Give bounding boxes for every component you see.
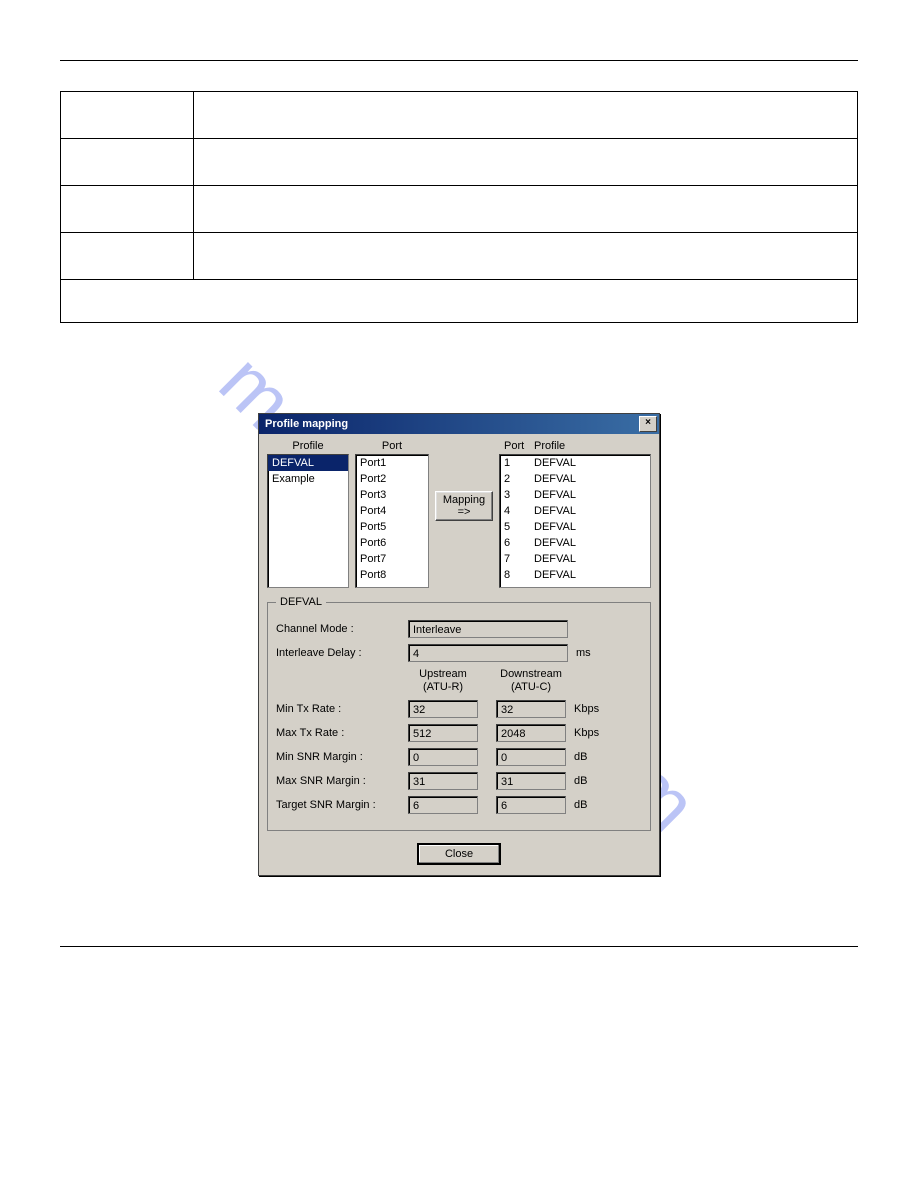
max-snr-label: Max SNR Margin : (276, 775, 408, 787)
list-item[interactable]: Port8 (356, 567, 428, 583)
channel-mode-value: Interleave (408, 620, 568, 638)
min-snr-label: Min SNR Margin : (276, 751, 408, 763)
min-tx-rate-up: 32 (408, 700, 478, 718)
target-snr-up: 6 (408, 796, 478, 814)
page-top-rule (60, 60, 858, 61)
map-port-header: Port (504, 440, 534, 452)
dialog-titlebar: Profile mapping × (259, 414, 659, 434)
max-tx-rate-label: Max Tx Rate : (276, 727, 408, 739)
min-tx-rate-down: 32 (496, 700, 566, 718)
empty-table (60, 91, 858, 323)
page-bottom-rule (60, 946, 858, 947)
table-row[interactable]: 3DEFVAL (500, 487, 650, 503)
interleave-unit: ms (576, 647, 591, 659)
dialog-close-icon[interactable]: × (639, 416, 657, 432)
list-item[interactable]: Port3 (356, 487, 428, 503)
group-legend: DEFVAL (276, 596, 326, 608)
profile-details-group: DEFVAL Channel Mode : Interleave Interle… (267, 596, 651, 831)
table-row[interactable]: 5DEFVAL (500, 519, 650, 535)
table-row[interactable]: 4DEFVAL (500, 503, 650, 519)
max-snr-up: 31 (408, 772, 478, 790)
list-item[interactable]: Port5 (356, 519, 428, 535)
downstream-header: Downstream (ATU-C) (496, 668, 566, 694)
list-item[interactable]: Port4 (356, 503, 428, 519)
unit-db: dB (574, 799, 587, 811)
max-tx-rate-up: 512 (408, 724, 478, 742)
min-tx-rate-label: Min Tx Rate : (276, 703, 408, 715)
table-row[interactable]: 6DEFVAL (500, 535, 650, 551)
min-snr-up: 0 (408, 748, 478, 766)
mapping-button[interactable]: Mapping => (435, 491, 493, 521)
min-snr-down: 0 (496, 748, 566, 766)
table-row[interactable]: 7DEFVAL (500, 551, 650, 567)
table-row[interactable]: 8DEFVAL (500, 567, 650, 583)
profile-list[interactable]: DEFVAL Example (267, 454, 349, 588)
list-item[interactable]: Port6 (356, 535, 428, 551)
table-row[interactable]: 2DEFVAL (500, 471, 650, 487)
target-snr-label: Target SNR Margin : (276, 799, 408, 811)
port-list[interactable]: Port1 Port2 Port3 Port4 Port5 Port6 Port… (355, 454, 429, 588)
list-item[interactable]: Port7 (356, 551, 428, 567)
mapping-list[interactable]: 1DEFVAL 2DEFVAL 3DEFVAL 4DEFVAL 5DEFVAL … (499, 454, 651, 588)
list-item[interactable]: DEFVAL (268, 455, 348, 471)
close-button[interactable]: Close (417, 843, 501, 865)
map-profile-header: Profile (534, 440, 565, 452)
target-snr-down: 6 (496, 796, 566, 814)
unit-db: dB (574, 751, 587, 763)
unit-kbps: Kbps (574, 727, 599, 739)
interleave-delay-label: Interleave Delay : (276, 647, 408, 659)
unit-db: dB (574, 775, 587, 787)
port-header: Port (382, 440, 402, 452)
unit-kbps: Kbps (574, 703, 599, 715)
interleave-delay-value: 4 (408, 644, 568, 662)
channel-mode-label: Channel Mode : (276, 623, 408, 635)
list-item[interactable]: Port1 (356, 455, 428, 471)
table-row[interactable]: 1DEFVAL (500, 455, 650, 471)
profile-header: Profile (292, 440, 323, 452)
list-item[interactable]: Example (268, 471, 348, 487)
dialog-title: Profile mapping (265, 418, 348, 430)
profile-mapping-dialog: Profile mapping × Profile DEFVAL Example… (258, 413, 660, 876)
upstream-header: Upstream (ATU-R) (408, 668, 478, 694)
max-tx-rate-down: 2048 (496, 724, 566, 742)
list-item[interactable]: Port2 (356, 471, 428, 487)
max-snr-down: 31 (496, 772, 566, 790)
